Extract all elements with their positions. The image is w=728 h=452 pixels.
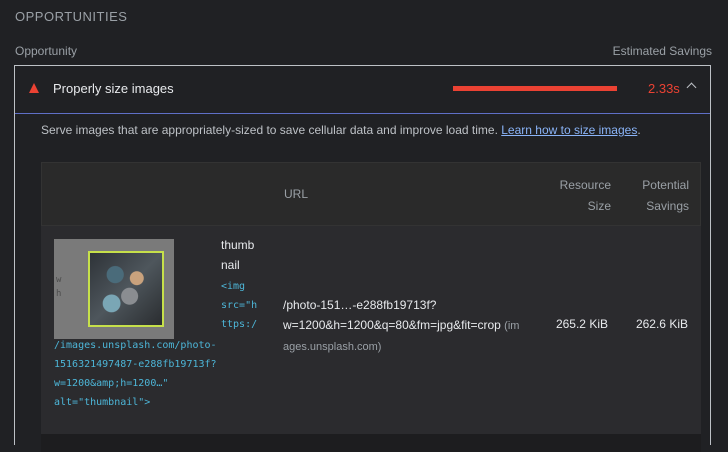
url-host-end: ages.unsplash.com)	[283, 341, 382, 353]
audit-description: Serve images that are appropriately-size…	[41, 123, 641, 137]
potential-savings-value: 262.6 KiB	[635, 317, 688, 331]
description-text: Serve images that are appropriately-size…	[41, 123, 502, 137]
resource-size-column-header: Resource Size	[559, 178, 611, 213]
section-title: OPPORTUNITIES	[15, 9, 128, 24]
image-thumbnail: w h	[54, 239, 174, 339]
table-header: URL Resource Size Potential Savings	[41, 162, 701, 226]
url-host-start: (im	[504, 320, 520, 332]
thumbnail-size-letters: w h	[56, 275, 62, 299]
resource-url[interactable]: /photo-151…-e288fb19713f? w=1200&h=1200&…	[283, 295, 523, 357]
opportunity-column-header: Opportunity	[15, 44, 78, 58]
url-column-header: URL	[284, 187, 309, 201]
potential-savings-column-header: Potential Savings	[642, 178, 689, 213]
savings-bar-fill	[453, 86, 617, 91]
chevron-up-icon[interactable]	[686, 82, 697, 93]
table-row: w h thumbnail <img src="h ttps:/ /images…	[41, 226, 701, 434]
audit-title[interactable]: Properly size images	[53, 81, 174, 96]
savings-value: 2.33s	[648, 81, 680, 96]
audit-header[interactable]: Properly size images 2.33s	[15, 66, 710, 114]
estimated-savings-column-header: Estimated Savings	[612, 44, 712, 58]
node-snippet-end[interactable]: /images.unsplash.com/photo- 151632149748…	[54, 336, 217, 412]
thumbnail-photo-highlight	[88, 251, 164, 327]
learn-more-link[interactable]: Learn how to size images	[501, 123, 637, 137]
savings-bar	[453, 86, 617, 91]
description-end: .	[637, 123, 641, 137]
url-path: /photo-151…-e288fb19713f? w=1200&h=1200&…	[283, 298, 501, 332]
fail-triangle-icon	[29, 83, 39, 93]
details-table: URL Resource Size Potential Savings w h …	[41, 162, 701, 452]
node-snippet-start[interactable]: <img src="h ttps:/	[221, 277, 257, 334]
audit-properly-size-images: Properly size images 2.33s Serve images …	[14, 65, 711, 452]
resource-size-value: 265.2 KiB	[555, 317, 608, 331]
node-name: thumbnail	[221, 238, 255, 272]
